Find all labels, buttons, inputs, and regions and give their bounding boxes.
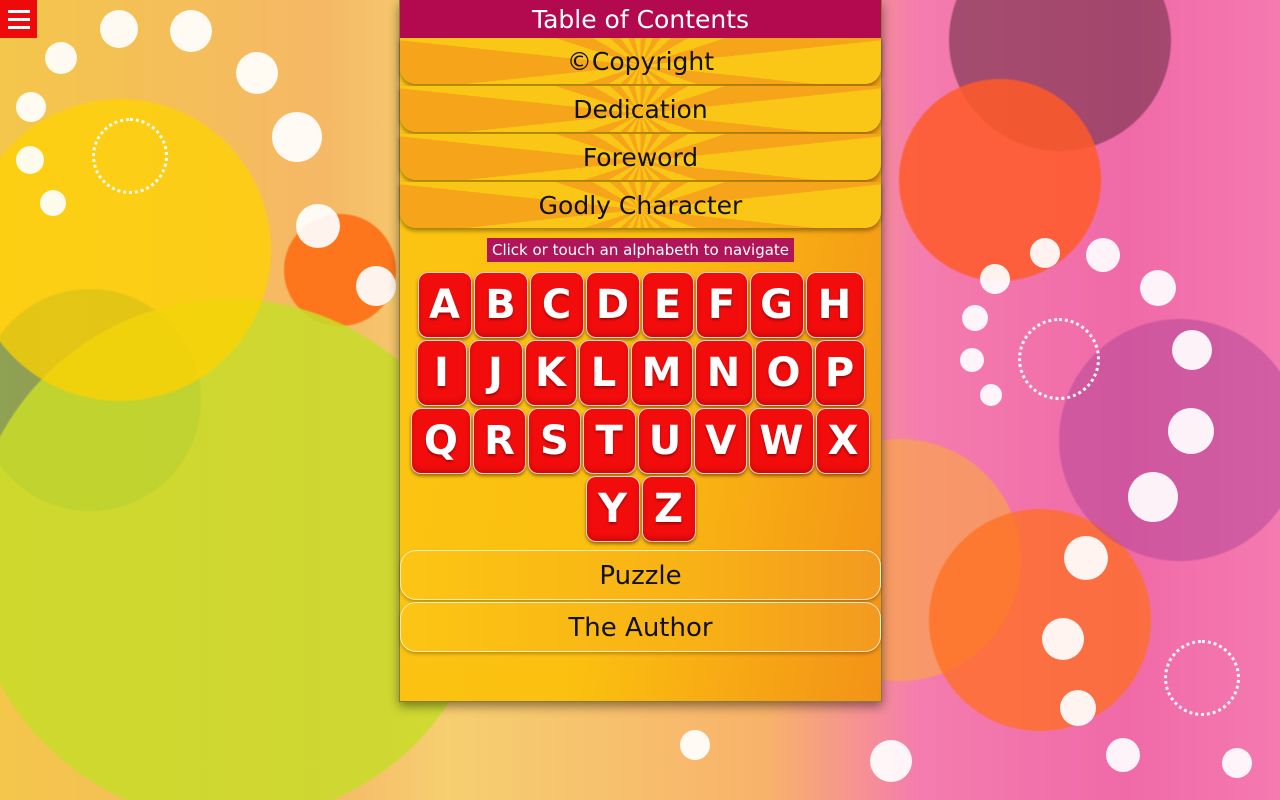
- toc-bottom-item-0[interactable]: Puzzle: [400, 550, 881, 600]
- toc-item-2[interactable]: Foreword: [400, 134, 881, 180]
- letter-button-l[interactable]: L: [578, 340, 629, 406]
- letter-button-c[interactable]: C: [529, 272, 584, 338]
- toc-bottom-list: Puzzle The Author: [400, 550, 881, 652]
- letter-button-y[interactable]: Y: [585, 476, 640, 542]
- menu-bar: [7, 17, 30, 21]
- menu-bar: [7, 9, 30, 13]
- letter-button-s[interactable]: S: [527, 408, 581, 474]
- navigation-hint: Click or touch an alphabeth to navigate: [486, 238, 795, 262]
- letter-button-o[interactable]: O: [754, 340, 813, 406]
- letter-button-d[interactable]: D: [585, 272, 640, 338]
- toc-bottom-item-1[interactable]: The Author: [400, 602, 881, 652]
- letter-button-b[interactable]: B: [473, 272, 528, 338]
- letter-button-t[interactable]: T: [582, 408, 636, 474]
- letter-button-k[interactable]: K: [524, 340, 577, 406]
- letter-button-u[interactable]: U: [637, 408, 693, 474]
- toc-item-0[interactable]: ©Copyright: [400, 38, 881, 84]
- letter-button-p[interactable]: P: [814, 340, 865, 406]
- letter-button-w[interactable]: W: [749, 408, 814, 474]
- letter-button-q[interactable]: Q: [410, 408, 472, 474]
- letter-button-v[interactable]: V: [694, 408, 748, 474]
- alphabet-grid: ABCDEFGHIJKLMNOPQRSTUVWXYZ: [410, 272, 871, 542]
- letter-row: QRSTUVWX: [410, 408, 871, 474]
- letter-button-m[interactable]: M: [630, 340, 693, 406]
- letter-button-x[interactable]: X: [815, 408, 871, 474]
- toc-title: Table of Contents: [400, 0, 881, 38]
- letter-button-a[interactable]: A: [417, 272, 472, 338]
- menu-bar: [7, 25, 30, 29]
- hint-wrap: Click or touch an alphabeth to navigate: [400, 238, 881, 262]
- letter-button-g[interactable]: G: [749, 272, 804, 338]
- letter-button-e[interactable]: E: [641, 272, 694, 338]
- letter-button-n[interactable]: N: [694, 340, 753, 406]
- letter-row: ABCDEFGH: [411, 272, 871, 338]
- letter-button-r[interactable]: R: [473, 408, 526, 474]
- letter-row: YZ: [411, 476, 871, 542]
- letter-button-j[interactable]: J: [468, 340, 523, 406]
- letter-button-f[interactable]: F: [695, 272, 748, 338]
- letter-button-z[interactable]: Z: [641, 476, 696, 542]
- table-of-contents-panel: Table of Contents ©Copyright Dedication Fo…: [399, 0, 882, 702]
- letter-button-h[interactable]: H: [805, 272, 864, 338]
- letter-button-i[interactable]: I: [416, 340, 467, 406]
- letter-row: IJKLMNOP: [411, 340, 871, 406]
- hamburger-menu-icon[interactable]: [0, 0, 37, 38]
- toc-item-1[interactable]: Dedication: [400, 86, 881, 132]
- toc-top-list: ©Copyright Dedication Foreword Godly Charac…: [400, 38, 881, 228]
- toc-item-3[interactable]: Godly Character: [400, 182, 881, 228]
